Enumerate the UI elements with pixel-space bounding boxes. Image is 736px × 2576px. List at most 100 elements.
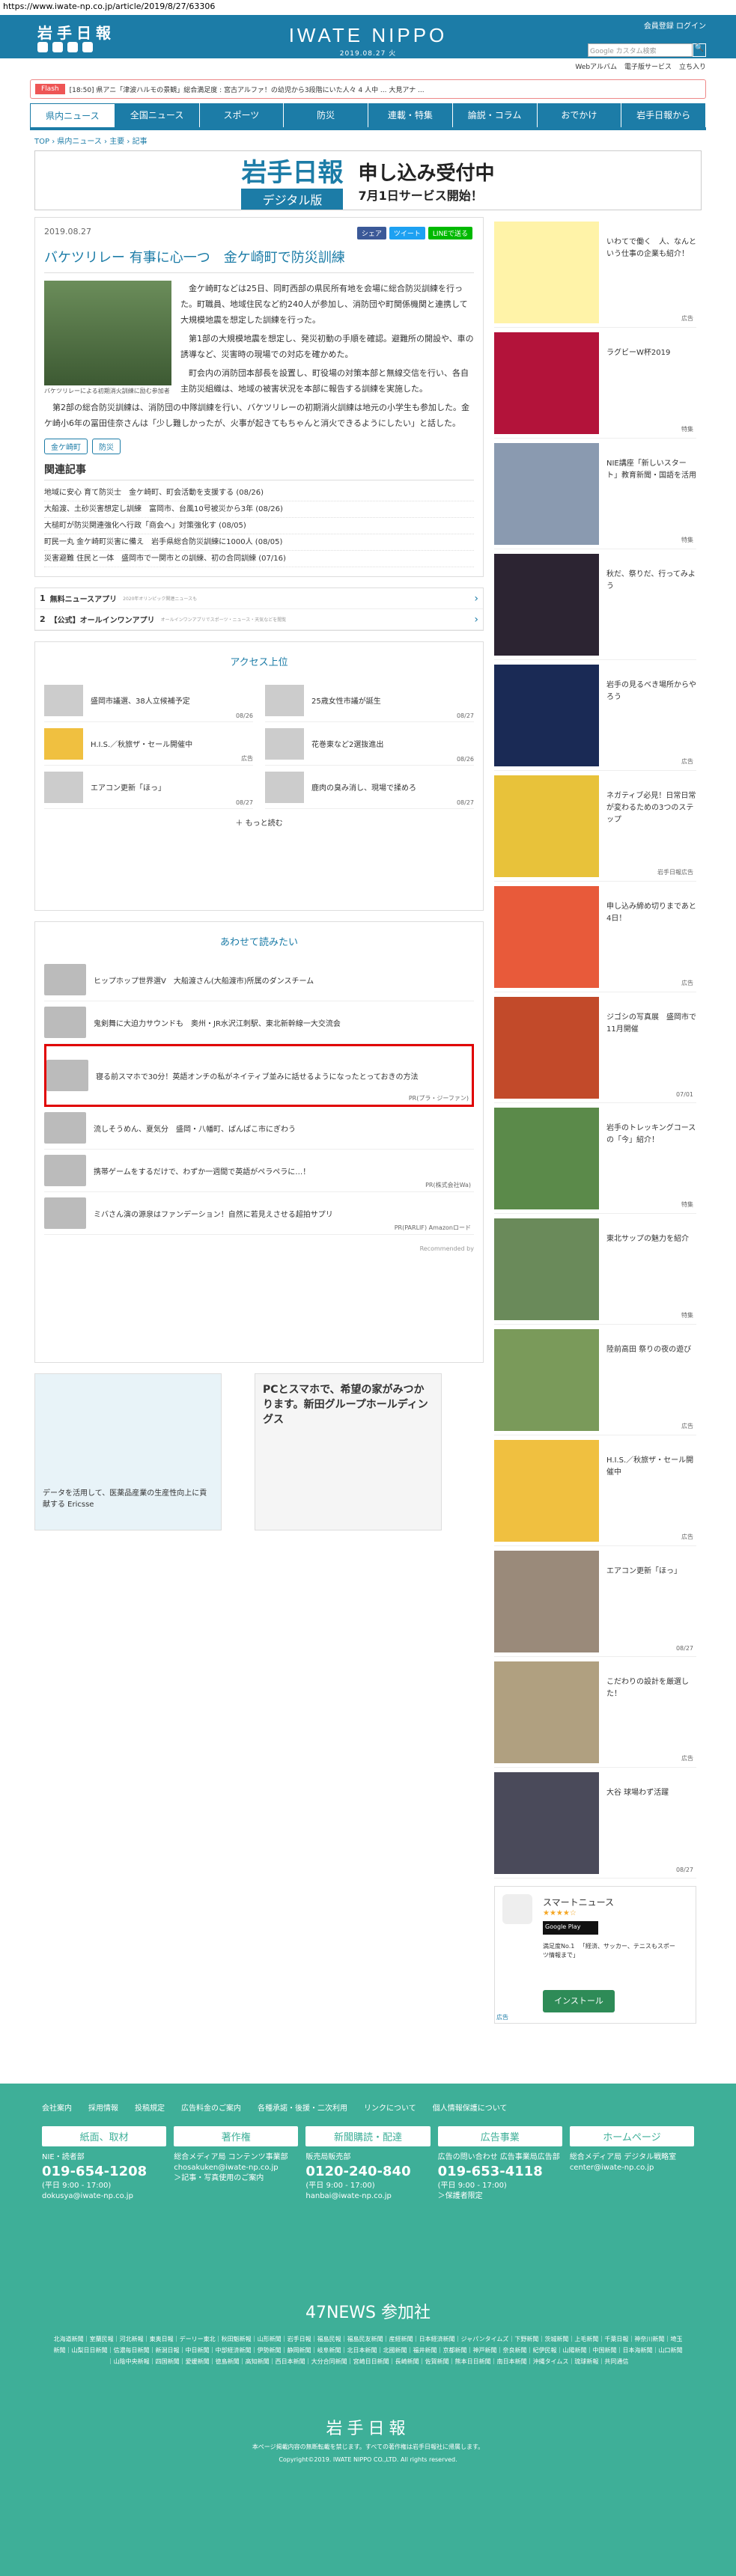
nav-item[interactable]: 岩手日報から [621, 103, 706, 127]
sidebar-item[interactable]: 秋だ、祭りだ、行ってみよう [494, 549, 696, 660]
related-item[interactable]: 地域に安心 育て防災士 金ケ崎町、町会活動を支援する (08/26) [44, 485, 474, 501]
related-item[interactable]: 大船渡、土砂災害想定し訓練 富岡市、台風10号被災から3年 (08/26) [44, 501, 474, 518]
sidebar-item[interactable]: こだわりの設計を厳選した！ 広告 [494, 1657, 696, 1768]
tweet-button[interactable]: ツイート [389, 227, 425, 239]
related-item[interactable]: 町民一丸 金ケ崎町災害に備え 岩手県総合防災訓練に1000人 (08/05) [44, 534, 474, 551]
flash-tag: Flash [35, 84, 65, 94]
sidebar-item[interactable]: いわてで働く 人、なんという仕事の企業も紹介！ 広告 [494, 217, 696, 328]
ranking-item[interactable]: 鹿肉の臭み消し、現場で揉めろ 08/27 [265, 766, 474, 809]
sidebar-title: 東北サップの魅力を紹介 [606, 1235, 689, 1243]
crumb-item[interactable]: 県内ニュース [57, 138, 102, 146]
main-nav: 県内ニュース 全国ニュース スポーツ 防災 連載・特集 論説・コラム おでかけ … [30, 103, 706, 130]
sidebar-title: ネガティブ必見！日常日常が変わるための3つのステップ [606, 792, 696, 824]
footer-link[interactable]: 採用情報 [88, 2102, 118, 2113]
footer-link[interactable]: 会社案内 [42, 2102, 72, 2113]
recommend-item[interactable]: ヒップホップ世界選V 大船渡さん(大船渡市)所属のダンスチーム [44, 959, 474, 1001]
ranking-title: 盛岡市議選、38人立候補予定 [91, 698, 190, 706]
breadcrumb: TOP › 県内ニュース › 主要 › 記事 [34, 138, 147, 146]
ranking-item[interactable]: 25歳女性市議が誕生 08/27 [265, 679, 474, 722]
sub-link[interactable]: 立ち入り [679, 61, 706, 71]
ad-text: PCとスマホで、希望の家がみつかります。新田グループホールディングス [263, 1384, 428, 1426]
sub-link[interactable]: 電子版サービス [624, 61, 672, 71]
footer-link[interactable]: 広告料金のご案内 [181, 2102, 241, 2113]
recommend-item[interactable]: 携帯ゲームをするだけで、わずか一週間で英語がペラペラに…！ PR(株式会社Wa) [44, 1150, 474, 1192]
phone-number[interactable]: 0120-240-840 [305, 2163, 430, 2181]
footer-email[interactable]: hanbai@iwate-np.co.jp [305, 2191, 430, 2202]
nav-item[interactable]: 県内ニュース [30, 103, 115, 127]
ad-banner[interactable]: PCとスマホで、希望の家がみつかります。新田グループホールディングス [255, 1373, 442, 1530]
digital-banner[interactable]: 岩手日報 デジタル版 申し込み受付中 7月1日サービス開始！ [34, 150, 702, 210]
sidebar-item[interactable]: 大谷 球場わず活躍 08/27 [494, 1768, 696, 1878]
nav-item[interactable]: おでかけ [537, 103, 622, 127]
footer-logo[interactable]: 岩手日報 [0, 2415, 736, 2439]
photo-caption: バケツリレーによる初期消火訓練に励む参加者 [44, 388, 170, 394]
sidebar-item[interactable]: 岩手の見るべき場所からやろう 広告 [494, 660, 696, 771]
article-photo[interactable] [44, 281, 171, 385]
ranking-item[interactable]: 盛岡市議選、38人立候補予定 08/26 [44, 679, 253, 722]
footer-link[interactable]: リンクについて [364, 2102, 416, 2113]
star-rating-icon: ★★★★☆ [543, 1909, 577, 1917]
install-button[interactable]: インストール [543, 1990, 615, 2012]
search-input[interactable]: Google カスタム検索 [588, 43, 693, 57]
tag-link[interactable]: 防災 [92, 439, 121, 454]
footer-link[interactable]: 各種承諾・後援・二次利用 [258, 2102, 347, 2113]
pr-label: PR(PARLIF) Amazonロード [394, 1224, 471, 1231]
crumb-item[interactable]: TOP [34, 138, 49, 146]
ranking-item[interactable]: エアコン更新「ほっ」 08/27 [44, 766, 253, 809]
recommend-item[interactable]: ミバさん演の源泉はファンデーション！自然に若見えさせる超拍サプリ PR(PARLI… [44, 1192, 474, 1235]
sidebar-item[interactable]: 陸前高田 祭りの夜の遊び 広告 [494, 1325, 696, 1435]
sidebar-item[interactable]: H.I.S.／秋旅ザ・セール開催中 広告 [494, 1435, 696, 1546]
nav-item[interactable]: 防災 [284, 103, 368, 127]
flash-text[interactable]: [18:50] 県アニ「津波ハルモの景観」総合満足度 : 宮古アルファ！の幼児か… [70, 85, 425, 94]
smartnews-ad[interactable]: スマートニュース ★★★★☆ Google Play 満足度No.1 「経済、サ… [494, 1886, 696, 2024]
sidebar-item[interactable]: ジゴシの写真展 盛岡市で11月開催 07/01 [494, 992, 696, 1103]
search-button[interactable]: 🔍 [693, 43, 706, 57]
sub-link[interactable]: Webアルバム [575, 61, 617, 71]
sidebar-item[interactable]: NIE講座「新しいスタート」教育新聞・国語を活用 特集 [494, 439, 696, 549]
flash-ticker[interactable]: Flash [18:50] 県アニ「津波ハルモの景観」総合満足度 : 宮古アルフ… [30, 79, 706, 99]
app-ad-row[interactable]: 1 無料ニュースアプリ 2020年オリンピック関連ニュースも › [35, 588, 483, 609]
facebook-share-button[interactable]: シェア [356, 227, 386, 239]
phone-number[interactable]: 019-653-4118 [438, 2163, 562, 2181]
recommend-item[interactable]: 鬼剣舞に大迫力サウンドも 奥州・JR水沢江刺駅、東北新幹線一大交流会 [44, 1001, 474, 1044]
crumb-item[interactable]: 主要 [109, 138, 124, 146]
line-share-button[interactable]: LINEで送る [428, 227, 472, 239]
sidebar-item[interactable]: 申し込み締め切りまであと4日！ 広告 [494, 882, 696, 992]
tag-link[interactable]: 金ケ崎町 [44, 439, 88, 454]
sidebar-item[interactable]: ネガティブ必見！日常日常が変わるための3つのステップ 岩手日報広告 [494, 771, 696, 882]
login-links[interactable]: 会員登録 ログイン [644, 19, 706, 31]
ranking-item[interactable]: 花巻東など2選抜進出 08/26 [265, 722, 474, 766]
recommend-item-highlighted[interactable]: 寝る前スマホで30分！英語オンチの私がネイティブ並みに話せるようになったとってお… [44, 1044, 474, 1107]
recommend-item[interactable]: 流しそうめん、夏気分 盛岡・八幡町、ぱんぱこ市にぎわう [44, 1107, 474, 1150]
ranking-item[interactable]: H.I.S.／秋旅ザ・セール開催中 広告 [44, 722, 253, 766]
more-link[interactable]: ＋ もっと読む [44, 817, 474, 828]
footer-link[interactable]: 個人情報保護について [433, 2102, 508, 2113]
nav-item[interactable]: 論説・コラム [452, 103, 538, 127]
nav-item[interactable]: 全国ニュース [115, 103, 200, 127]
related-item[interactable]: 災害避難 住民と一体 盛岡市で一関市との訓練、初の合同訓練 (07/16) [44, 551, 474, 567]
footer-email[interactable]: chosakuken@iwate-np.co.jp [174, 2163, 298, 2173]
banner-subline: 7月1日サービス開始！ [358, 188, 483, 203]
partner-papers[interactable]: 北海道新聞｜室蘭民報｜河北新報｜東奥日報｜デーリー東北｜秋田魁新報｜山形新聞｜岩… [52, 2334, 684, 2367]
sidebar-item[interactable]: 岩手のトレッキングコースの「今」紹介！ 特集 [494, 1103, 696, 1214]
nav-item[interactable]: スポーツ [199, 103, 285, 127]
phone-number[interactable]: 019-654-1208 [42, 2163, 166, 2181]
url-bar[interactable]: https://www.iwate-np.co.jp/article/2019/… [0, 0, 736, 15]
sidebar-item[interactable]: 東北サップの魅力を紹介 特集 [494, 1214, 696, 1325]
ad-banner[interactable]: データを活用して、医薬品産業の生産性向上に貢献する Ericsse [34, 1373, 222, 1530]
footer-contacts: 紙面、取材 NIE・読者部 019-654-1208 (平日 9:00 - 17:00… [0, 2113, 736, 2202]
footer-link[interactable]: ＞保護者限定 [438, 2191, 562, 2202]
footer-link[interactable]: 投稿規定 [135, 2102, 165, 2113]
sidebar-item[interactable]: ラグビーW杯2019 特集 [494, 328, 696, 439]
google-play-badge[interactable]: Google Play [543, 1921, 598, 1935]
sidebar-thumb [494, 1440, 599, 1542]
sidebar-item[interactable]: エアコン更新「ほっ」 08/27 [494, 1546, 696, 1657]
nav-item[interactable]: 連載・特集 [368, 103, 453, 127]
app-ad-row[interactable]: 2 【公式】オールインワンアプリ オールインワンアプリでスポーツ・ニュース・天気など… [35, 609, 483, 630]
related-item[interactable]: 大槌町が防災関連強化へ行政「商会へ」対策強化す (08/05) [44, 518, 474, 534]
recommend-thumb [44, 1155, 86, 1186]
footer-email[interactable]: center@iwate-np.co.jp [570, 2163, 694, 2173]
footer-link[interactable]: ＞記事・写真使用のご案内 [174, 2173, 298, 2184]
footer-email[interactable]: dokusya@iwate-np.co.jp [42, 2191, 166, 2202]
footer-col-heading: 著作権 [174, 2126, 299, 2146]
